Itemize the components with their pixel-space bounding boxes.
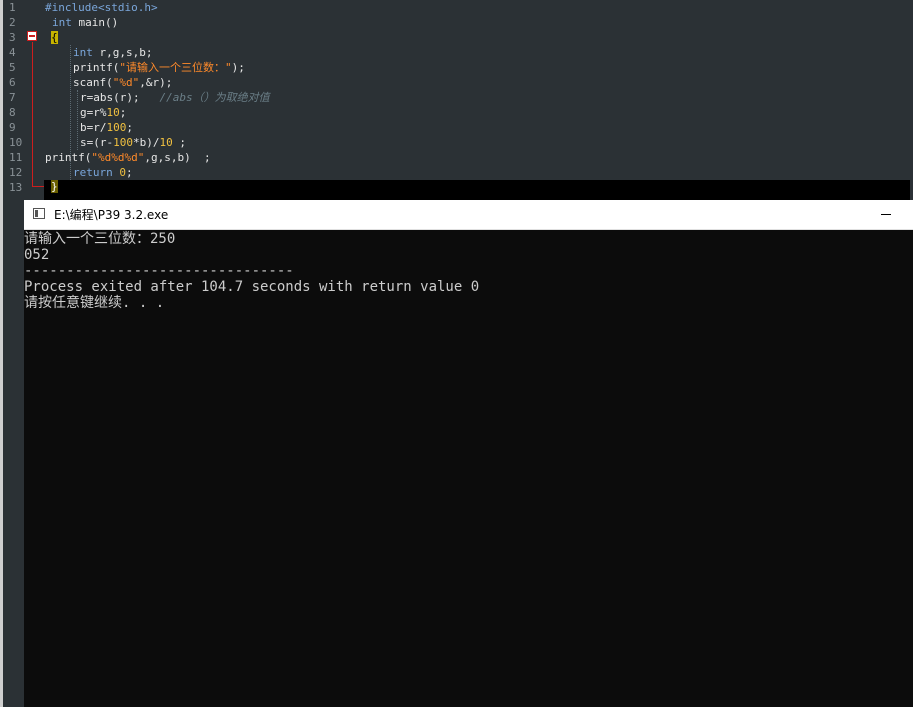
code-token: ,&r); <box>139 76 173 89</box>
line-number: 11 <box>9 151 23 164</box>
console-line: 请按任意键继续. . . <box>24 295 165 311</box>
code-token: ; <box>172 136 186 149</box>
fold-collapse-icon[interactable] <box>27 31 37 41</box>
line-number: 12 <box>9 166 23 179</box>
number-token: 10 <box>159 136 173 149</box>
fold-range-end <box>32 186 44 187</box>
console-line: 052 <box>24 247 50 263</box>
code-token: g=r% <box>80 106 107 119</box>
keyword-token: int <box>52 16 72 29</box>
code-token: ,g,s,b) ; <box>144 151 211 164</box>
line-number: 10 <box>9 136 23 149</box>
code-token: ); <box>231 61 245 74</box>
console-separator: -------------------------------- <box>24 263 294 279</box>
line-number: 7 <box>9 91 16 104</box>
code-token: r=abs(r); <box>80 91 140 104</box>
matched-brace-close: } <box>51 180 58 193</box>
line-number-gutter: 1 2 3 4 5 6 7 8 9 10 11 12 13 <box>3 0 44 200</box>
line-number: 1 <box>9 1 16 14</box>
code-token: ; <box>126 166 133 179</box>
console-output[interactable]: 请输入一个三位数：250 052 -----------------------… <box>24 230 913 707</box>
string-token: "%d%d%d" <box>91 151 145 164</box>
console-line: Process exited after 104.7 seconds with … <box>24 279 480 295</box>
line-number: 13 <box>9 181 23 194</box>
code-line-10: s=(r-100*b)/10 ; <box>80 135 186 150</box>
console-line: 请输入一个三位数：250 <box>24 231 176 247</box>
number-token: 10 <box>106 106 120 119</box>
code-line-9: b=r/100; <box>80 120 133 135</box>
console-app-icon <box>33 208 45 219</box>
comment-token: //abs（）为取绝对值 <box>159 91 270 104</box>
code-line-3: { <box>51 30 58 45</box>
code-line-11: printf("%d%d%d",g,s,b) ; <box>45 150 211 165</box>
code-line-5: printf("请输入一个三位数："); <box>73 60 245 75</box>
editor-selection-band: } <box>44 180 910 200</box>
line-number: 8 <box>9 106 16 119</box>
code-line-13: } <box>51 180 58 194</box>
fold-range-line <box>32 42 33 187</box>
keyword-token: return <box>73 166 113 179</box>
code-line-8: g=r%10; <box>80 105 126 120</box>
line-number: 9 <box>9 121 16 134</box>
code-token: s=(r- <box>80 136 114 149</box>
code-token: ; <box>126 121 133 134</box>
preprocessor-token: #include<stdio.h> <box>45 1 158 14</box>
code-line-1: #include<stdio.h> <box>45 0 158 15</box>
number-token: 100 <box>106 121 127 134</box>
console-window[interactable]: E:\编程\P39 3.2.exe 请输入一个三位数：250 052 -----… <box>24 200 913 707</box>
code-token: ; <box>119 106 127 119</box>
code-token: r,g,s,b; <box>92 46 153 59</box>
number-token: 100 <box>113 136 133 149</box>
code-token: b=r/ <box>80 121 107 134</box>
code-line-7: r=abs(r); //abs（）为取绝对值 <box>80 90 270 105</box>
line-number: 5 <box>9 61 16 74</box>
number-token: 0 <box>119 166 126 179</box>
code-token: main() <box>71 16 119 29</box>
line-number: 2 <box>9 16 16 29</box>
code-token: *b)/ <box>133 136 160 149</box>
code-line-4: int r,g,s,b; <box>73 45 152 60</box>
code-line-12: return 0; <box>73 165 133 180</box>
code-token: scanf( <box>73 76 113 89</box>
code-token: printf( <box>45 151 92 164</box>
code-line-2: int main() <box>52 15 118 30</box>
minimize-icon[interactable] <box>871 200 901 230</box>
keyword-token: int <box>73 46 93 59</box>
code-token: printf( <box>73 61 120 74</box>
line-number: 6 <box>9 76 16 89</box>
string-token: "请输入一个三位数：" <box>119 61 232 74</box>
code-area[interactable]: #include<stdio.h> int main() { int r,g,s… <box>44 0 913 180</box>
code-line-6: scanf("%d",&r); <box>73 75 172 90</box>
console-titlebar[interactable]: E:\编程\P39 3.2.exe <box>24 200 913 230</box>
window-title: E:\编程\P39 3.2.exe <box>54 208 169 222</box>
indent-guide <box>77 90 78 150</box>
line-number: 4 <box>9 46 16 59</box>
gutter-lower <box>3 200 24 707</box>
string-token: "%d" <box>112 76 140 89</box>
matched-brace-open: { <box>51 31 58 44</box>
